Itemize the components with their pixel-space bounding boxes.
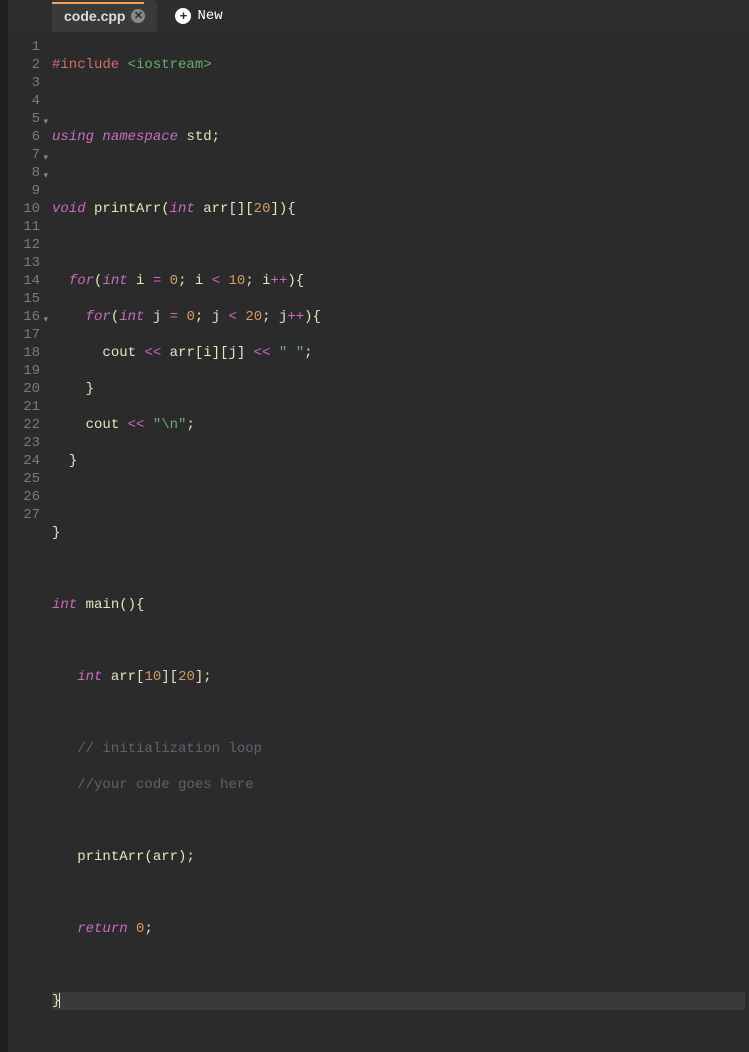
code-editor[interactable]: 12345▾67▾8▾910111213141516▾1718192021222… <box>8 32 749 1052</box>
plus-icon: + <box>175 8 191 24</box>
line-number: 14 <box>12 272 40 290</box>
line-number: 11 <box>12 218 40 236</box>
line-number: 4 <box>12 92 40 110</box>
line-number: 1 <box>12 38 40 56</box>
line-number: 9 <box>12 182 40 200</box>
code-area[interactable]: #include <iostream> using namespace std;… <box>48 32 749 1052</box>
line-number: 2 <box>12 56 40 74</box>
line-number: 7▾ <box>12 146 40 164</box>
new-tab-button[interactable]: + New <box>165 2 232 30</box>
editor-window: code.cpp ✕ + New 12345▾67▾8▾910111213141… <box>0 0 749 616</box>
token-header: <iostream> <box>128 57 212 73</box>
line-number: 22 <box>12 416 40 434</box>
line-number: 27 <box>12 506 40 524</box>
line-number: 15 <box>12 290 40 308</box>
line-number: 13 <box>12 254 40 272</box>
line-number: 24 <box>12 452 40 470</box>
line-gutter: 12345▾67▾8▾910111213141516▾1718192021222… <box>8 32 48 1052</box>
tab-bar: code.cpp ✕ + New <box>8 0 749 32</box>
line-number: 26 <box>12 488 40 506</box>
line-number: 3 <box>12 74 40 92</box>
line-number: 19 <box>12 362 40 380</box>
line-number: 17 <box>12 326 40 344</box>
line-number: 20 <box>12 380 40 398</box>
tab-label: code.cpp <box>64 8 125 24</box>
line-number: 18 <box>12 344 40 362</box>
line-number: 6 <box>12 128 40 146</box>
line-number: 8▾ <box>12 164 40 182</box>
close-icon[interactable]: ✕ <box>131 9 145 23</box>
token-preproc: #include <box>52 57 128 73</box>
line-number: 5▾ <box>12 110 40 128</box>
line-number: 10 <box>12 200 40 218</box>
line-number: 23 <box>12 434 40 452</box>
tab-code-cpp[interactable]: code.cpp ✕ <box>52 0 157 32</box>
line-number: 21 <box>12 398 40 416</box>
active-tab-accent <box>52 2 144 4</box>
line-number: 16▾ <box>12 308 40 326</box>
text-cursor <box>59 993 60 1008</box>
line-number: 12 <box>12 236 40 254</box>
line-number: 25 <box>12 470 40 488</box>
new-tab-label: New <box>197 8 222 24</box>
